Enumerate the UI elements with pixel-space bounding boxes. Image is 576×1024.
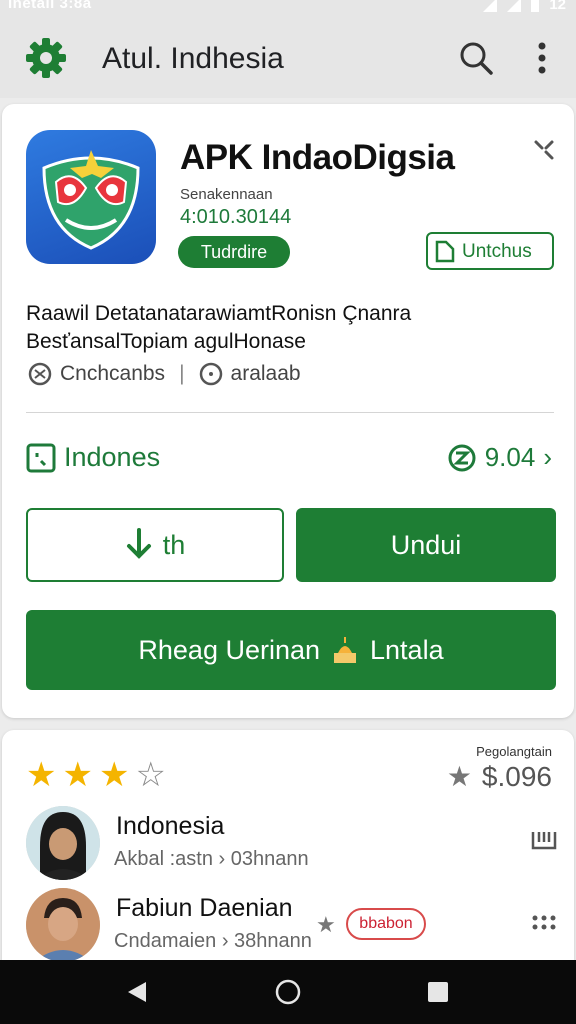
star-filled-icon: ★ — [26, 756, 57, 794]
description-line-2: BesťansalTopiam agulHonase — [26, 330, 306, 353]
app-description: Raawil DetatanatarawiamtRonisn Çnanra Be… — [26, 300, 546, 356]
star-icon: ★ — [316, 912, 336, 937]
review-item[interactable]: Indonesia Akbal :astn › 03hnann — [26, 806, 566, 882]
secondary-button-label: th — [162, 529, 186, 560]
wifi-icon — [483, 0, 498, 12]
app-icon — [26, 130, 156, 264]
status-icons: 12 — [483, 0, 566, 13]
signal-icon — [507, 0, 522, 12]
document-icon — [435, 240, 455, 263]
status-badge: bbabon — [346, 908, 426, 940]
avatar — [26, 888, 100, 962]
reviews-score-value: $.096 — [481, 760, 552, 792]
reviewer-meta: Cndamaien › 38hnann — [114, 930, 312, 952]
app-bar-title: Atul. Indhesia — [102, 42, 284, 75]
install-button[interactable]: Rheag Uerinan Lntala — [26, 610, 556, 690]
download-secondary-button[interactable]: th — [26, 508, 284, 582]
chevron-right-icon: › — [543, 442, 552, 472]
primary-download-button[interactable]: Undui — [296, 508, 556, 582]
developer-name: Senakennaan — [180, 186, 273, 203]
star-filled-icon: ★ — [62, 756, 93, 794]
avatar — [26, 806, 100, 880]
info-icon — [199, 362, 222, 386]
star-filled-icon: ★ — [98, 756, 130, 794]
more-horiz-icon[interactable] — [530, 910, 558, 934]
rating-stars: ★ ★ ★ ☆ — [26, 758, 166, 792]
meta-divider: | — [179, 362, 185, 385]
app-bar: Atul. Indhesia — [0, 18, 576, 98]
home-icon[interactable] — [274, 978, 302, 1006]
meta-left-text: Cnchcanbs — [60, 362, 166, 385]
region-label: Indones — [64, 442, 161, 472]
search-icon[interactable] — [458, 40, 494, 76]
app-details-card: APK IndaoDigsia Senakennaan 4:010.30144 … — [2, 104, 574, 718]
app-meta-row: Cnchcanbs | aralaab — [28, 362, 301, 386]
star-empty-icon: ☆ — [135, 756, 166, 794]
shield-icon — [28, 362, 52, 386]
app-version: 4:010.30144 — [180, 206, 292, 228]
reviews-score: ★ $.096 — [447, 760, 552, 793]
recents-icon[interactable] — [424, 978, 452, 1006]
description-line-1: Raawil DetatanatarawiamtRonisn Çnanra — [26, 302, 412, 325]
untchus-label: Untchus — [462, 241, 532, 262]
score-row[interactable]: 9.04 › — [447, 442, 552, 473]
region-icon — [26, 443, 56, 472]
reviewer-name: Indonesia — [116, 812, 225, 840]
more-vert-icon[interactable] — [528, 40, 556, 76]
reviews-caption: Pegolangtain — [476, 744, 552, 759]
star-icon: ★ — [446, 761, 472, 792]
app-name: APK IndaoDigsia — [180, 138, 455, 177]
reviews-card: ★ ★ ★ ☆ Pegolangtain ★ $.096 Indonesia A… — [2, 730, 574, 970]
score-label: 9.04 — [484, 442, 536, 472]
gear-icon[interactable] — [24, 36, 68, 80]
install-button-suffix: Lntala — [370, 634, 444, 665]
category-tag-button[interactable]: Tudrdire — [178, 236, 290, 268]
status-right-text: 12 — [549, 0, 566, 13]
status-bar: Inetall 3:8a 12 — [0, 0, 576, 18]
back-icon[interactable] — [124, 978, 152, 1006]
region-row[interactable]: Indones — [26, 442, 160, 473]
reviewer-meta: Akbal :astn › 03hnann — [114, 848, 309, 870]
untchus-button[interactable]: Untchus — [426, 232, 554, 270]
install-button-label: Rheag Uerinan — [138, 634, 321, 665]
system-nav-bar — [0, 960, 576, 1024]
reviewer-name: Fabiun Daenian — [116, 894, 293, 922]
divider — [26, 412, 554, 413]
meta-right-text: aralaab — [230, 362, 301, 385]
battery-icon — [531, 0, 540, 12]
mosque-icon — [334, 637, 357, 663]
expand-icon[interactable] — [532, 138, 556, 162]
review-item[interactable]: Fabiun Daenian Cndamaien › 38hnann ★ bba… — [26, 888, 566, 964]
badge-icon — [448, 444, 476, 471]
status-left-text: Inetall 3:8a — [8, 0, 92, 12]
grid-icon[interactable] — [530, 828, 558, 852]
download-arrow-icon — [126, 528, 151, 559]
